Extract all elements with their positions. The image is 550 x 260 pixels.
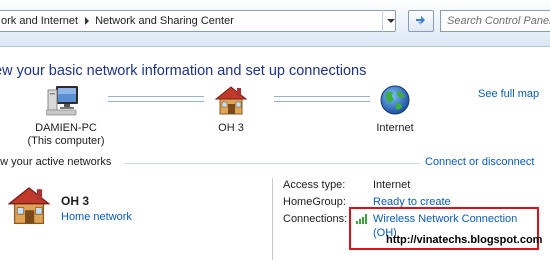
refresh-button[interactable] xyxy=(408,10,434,32)
active-network-name: OH 3 xyxy=(61,194,90,208)
address-bar[interactable]: ork and Internet Network and Sharing Cen… xyxy=(0,10,396,32)
connection-line xyxy=(274,96,370,102)
node-network-name: OH 3 xyxy=(218,122,244,134)
page-title: ew your basic network information and se… xyxy=(0,63,367,79)
house-icon xyxy=(7,187,51,225)
connect-disconnect-link[interactable]: Connect or disconnect xyxy=(425,156,534,168)
breadcrumb-network-and-internet[interactable]: ork and Internet xyxy=(0,15,83,27)
node-internet-name: Internet xyxy=(376,122,414,134)
address-toolbar: ork and Internet Network and Sharing Cen… xyxy=(0,0,550,47)
active-networks-heading: ew your active networks xyxy=(0,156,112,168)
node-computer-name: DAMIEN-PC xyxy=(35,122,97,134)
access-type-value: Internet xyxy=(373,179,411,191)
network-type-link[interactable]: Home network xyxy=(61,211,132,223)
node-computer-subtitle: (This computer) xyxy=(27,135,105,147)
connection-line xyxy=(108,96,204,102)
homegroup-label: HomeGroup: xyxy=(283,196,346,208)
watermark-text: http://vinatechs.blogspot.com xyxy=(386,234,543,246)
connections-label: Connections: xyxy=(283,213,348,225)
section-divider xyxy=(124,163,420,164)
computer-icon[interactable] xyxy=(46,84,80,116)
address-history-dropdown[interactable] xyxy=(382,10,398,32)
globe-icon[interactable] xyxy=(378,84,412,116)
see-full-map-link[interactable]: See full map xyxy=(478,88,539,100)
refresh-icon xyxy=(416,16,426,25)
access-type-label: Access type: xyxy=(283,179,346,191)
house-icon[interactable] xyxy=(214,84,248,116)
search-input[interactable]: Search Control Panel xyxy=(440,10,550,32)
breadcrumb-separator-icon[interactable] xyxy=(85,17,90,25)
breadcrumb-network-sharing-center[interactable]: Network and Sharing Center xyxy=(93,15,239,27)
details-divider xyxy=(272,178,273,260)
